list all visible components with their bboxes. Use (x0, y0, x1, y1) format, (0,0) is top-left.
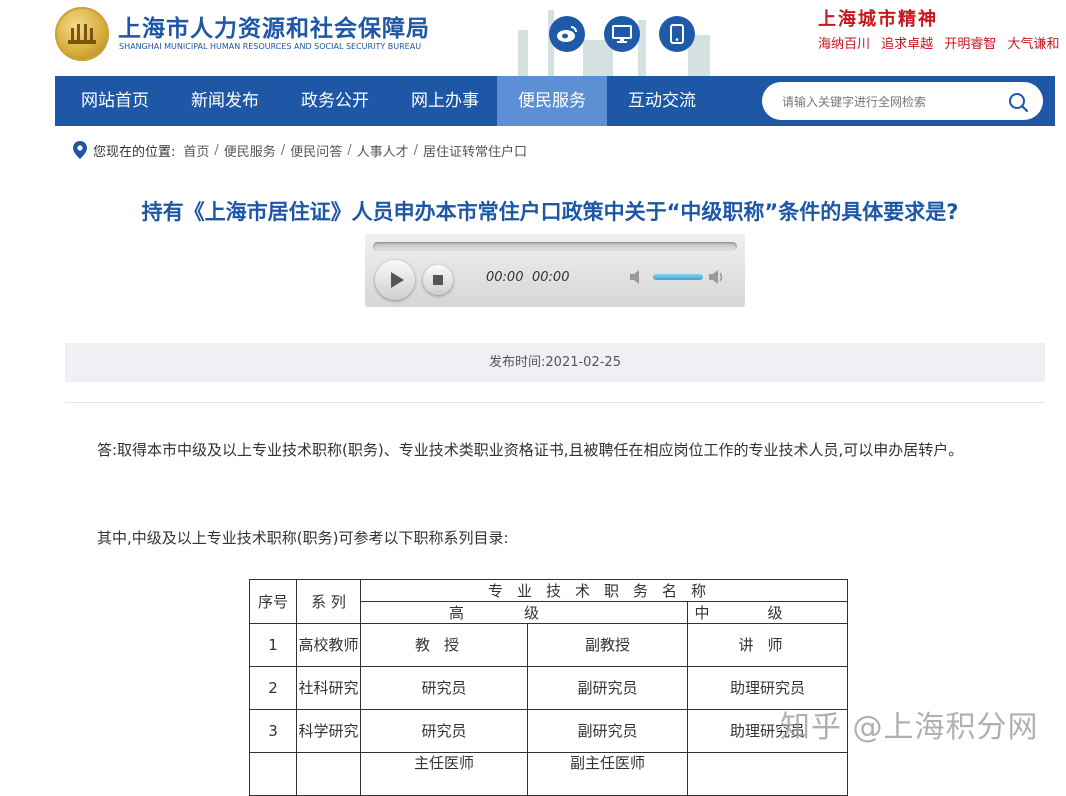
nav-item-interaction[interactable]: 互动交流 (607, 76, 717, 126)
cell-deputy-title: 副主任医师 (527, 752, 688, 796)
publish-date: 发布时间:2021-02-25 (65, 343, 1045, 382)
site-search (762, 82, 1043, 120)
cell-series (296, 752, 361, 796)
cell-full-title: 研究员 (360, 666, 528, 710)
cell-series: 社科研究 (296, 666, 361, 710)
breadcrumb-separator: / (413, 142, 419, 158)
breadcrumb-separator: / (214, 142, 219, 158)
weibo-icon[interactable] (549, 16, 585, 52)
cell-series: 高校教师 (296, 623, 361, 667)
cell-full-title: 主任医师 (360, 752, 528, 796)
slogan-item: 海纳百川 (818, 37, 871, 52)
current-time: 00:00 (486, 270, 524, 285)
cell-full-title: 研究员 (360, 709, 528, 753)
nav-item-home[interactable]: 网站首页 (55, 76, 175, 126)
main-nav: 网站首页 新闻发布 政务公开 网上办事 便民服务 互动交流 (55, 76, 1055, 126)
article-paragraph: 答:取得本市中级及以上专业技术职称(职务)、专业技术类职业资格证书,且被聘任在相… (97, 441, 964, 459)
nav-item-online-services[interactable]: 网上办事 (390, 76, 500, 126)
nav-item-public-services[interactable]: 便民服务 (497, 76, 607, 126)
mobile-icon[interactable] (659, 16, 695, 52)
header-title-group: 专业技术职务名称 (360, 579, 848, 602)
site-header: 上海市人力资源和社会保障局 SHANGHAI MUNICIPAL HUMAN R… (0, 0, 1066, 76)
article-title: 持有《上海市居住证》人员申办本市常住户口政策中关于“中级职称”条件的具体要求是? (141, 200, 959, 224)
cell-series: 科学研究 (296, 709, 361, 753)
cell-seq (249, 752, 297, 796)
cell-seq: 3 (249, 709, 297, 753)
breadcrumb-item-personnel[interactable]: 人事人才 (357, 141, 409, 160)
title-series-table: 序号 系 列 专业技术职务名称 高级 中级 1 高校教师 教授 副教授 讲师 2… (249, 579, 848, 796)
breadcrumb-item-home[interactable]: 首页 (183, 141, 209, 160)
desktop-icon[interactable] (604, 16, 640, 52)
audio-player: 00:00 00:00 (365, 234, 745, 307)
breadcrumb-separator: / (280, 142, 286, 158)
header-middle: 中级 (687, 601, 848, 624)
search-icon[interactable] (1008, 92, 1028, 112)
city-spirit-slogans: 海纳百川 追求卓越 开明睿智 大气谦和 (818, 33, 1059, 52)
duration-time: 00:00 (532, 270, 570, 285)
play-button[interactable] (375, 260, 415, 300)
slogan-item: 追求卓越 (881, 37, 934, 52)
bureau-logo-emblem[interactable] (55, 7, 109, 61)
org-name-cn[interactable]: 上海市人力资源和社会保障局 (118, 9, 430, 43)
header-senior: 高级 (360, 601, 688, 624)
cell-deputy-title: 副教授 (527, 623, 688, 667)
stop-button[interactable] (423, 265, 453, 295)
org-name-en: SHANGHAI MUNICIPAL HUMAN RESOURCES AND S… (119, 42, 422, 51)
cell-deputy-title: 副研究员 (527, 666, 688, 710)
table-row: 3 科学研究 研究员 副研究员 助理研究员 (249, 709, 848, 753)
cell-middle-title (687, 752, 848, 796)
divider (65, 402, 1045, 403)
slogan-item: 开明睿智 (944, 37, 997, 52)
header-seq: 序号 (249, 579, 297, 624)
breadcrumb-label: 您现在的位置: (93, 144, 176, 160)
volume-max-icon[interactable] (708, 268, 726, 286)
cell-deputy-title: 副研究员 (527, 709, 688, 753)
city-spirit-title: 上海城市精神 (818, 9, 938, 30)
nav-item-gov-info[interactable]: 政务公开 (280, 76, 390, 126)
cell-seq: 1 (249, 623, 297, 667)
cell-middle-title: 讲师 (687, 623, 848, 667)
breadcrumb-separator: / (347, 142, 352, 158)
nav-item-news[interactable]: 新闻发布 (170, 76, 280, 126)
audio-progress-bar[interactable] (373, 242, 737, 251)
article-paragraph: 其中,中级及以上专业技术职称(职务)可参考以下职称系列目录: (97, 529, 509, 547)
table-row: 2 社科研究 研究员 副研究员 助理研究员 (249, 666, 848, 710)
breadcrumb-item-current[interactable]: 居住证转常住户口 (423, 141, 527, 160)
breadcrumb: 您现在的位置: 首页 / 便民服务 / 便民问答 / 人事人才 / 居住证转常住户口 (73, 140, 527, 160)
breadcrumb-item-qa[interactable]: 便民问答 (290, 141, 342, 160)
volume-slider[interactable] (653, 274, 703, 280)
mute-icon[interactable] (628, 268, 646, 286)
location-pin-icon (73, 141, 87, 159)
breadcrumb-item-public-services[interactable]: 便民服务 (224, 141, 276, 160)
cell-seq: 2 (249, 666, 297, 710)
zhihu-watermark: 知乎 @上海积分网 (780, 710, 1039, 745)
search-input[interactable] (780, 90, 1004, 114)
cell-full-title: 教授 (360, 623, 528, 667)
slogan-item: 大气谦和 (1007, 37, 1060, 52)
header-series: 系 列 (296, 579, 361, 624)
table-row: 1 高校教师 教授 副教授 讲师 (249, 623, 848, 667)
table-row: 主任医师 副主任医师 (249, 752, 848, 796)
